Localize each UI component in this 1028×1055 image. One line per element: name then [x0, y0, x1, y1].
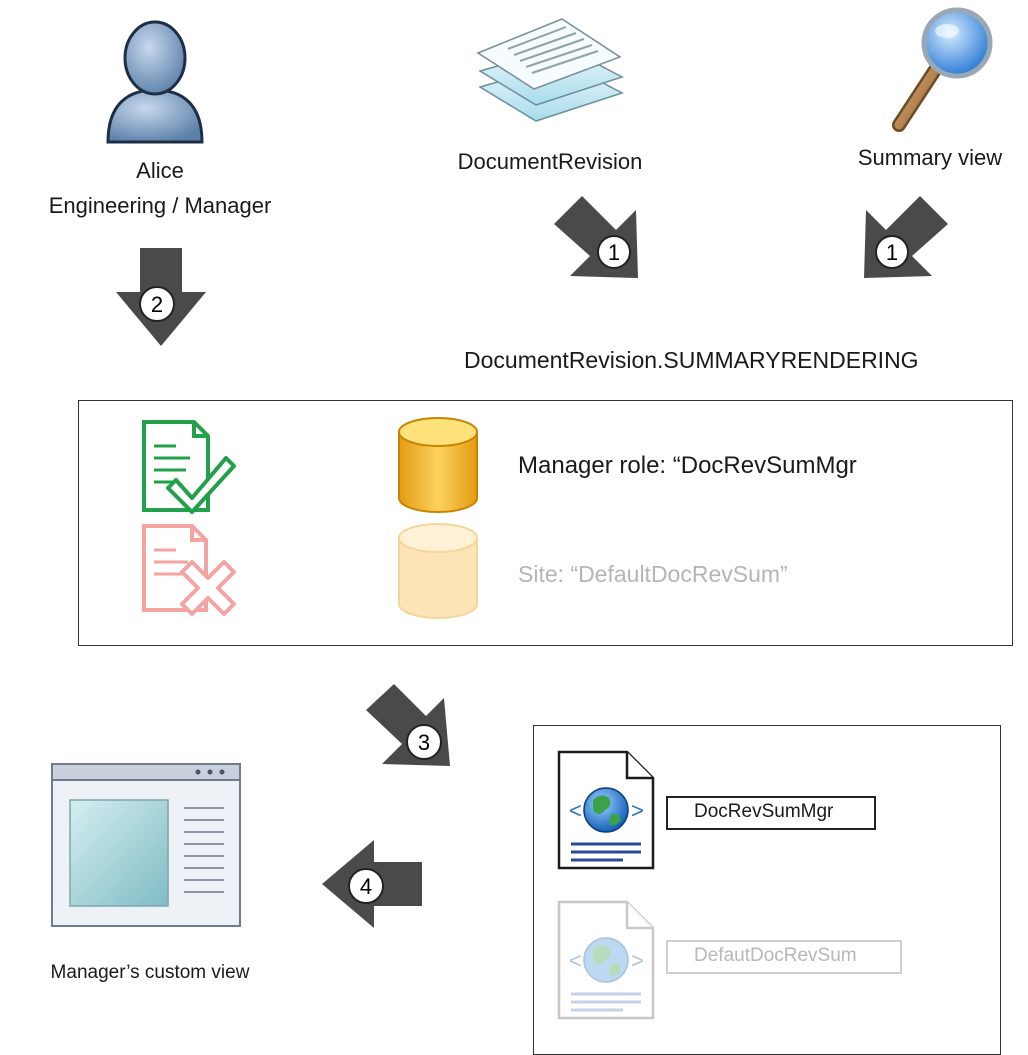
user-name: Alice [136, 158, 184, 183]
step-3-badge: 3 [418, 730, 430, 755]
view-type-label: Summary view [857, 145, 1003, 170]
database-icon-inactive [398, 523, 478, 619]
step-1-arrow-document: 1 [554, 196, 638, 278]
manager-role-entry: Manager role: “DocRevSumMgr [518, 452, 857, 479]
svg-text:>: > [631, 798, 644, 823]
document-check-icon [142, 420, 236, 514]
step-2-badge: 2 [151, 292, 163, 317]
result-view-label: Manager’s custom view [50, 962, 250, 983]
user-role: Engineering / Manager [48, 193, 272, 218]
rendering-key: DocumentRevision.SUMMARYRENDERING [464, 347, 919, 373]
user-icon [106, 20, 204, 144]
document-x-icon [142, 524, 236, 616]
step-4-badge: 4 [360, 874, 372, 899]
site-entry: Site: “DefaultDocRevSum” [518, 561, 788, 587]
step-1-badge: 1 [608, 240, 620, 265]
step-4-arrow: 4 [322, 840, 422, 928]
document-type-label: DocumentRevision [457, 149, 643, 174]
database-icon [398, 417, 478, 513]
svg-text:<: < [569, 798, 582, 823]
magnifier-icon [892, 7, 993, 132]
web-document-icon: < > [557, 750, 655, 870]
step-3-arrow: 3 [366, 684, 450, 766]
svg-text:>: > [631, 948, 644, 973]
step-1-arrow-view: 1 [864, 196, 948, 278]
default-template-tag: DefautDocRevSum [666, 940, 902, 974]
step-2-arrow: 2 [116, 248, 206, 346]
step-1-badge-2: 1 [886, 240, 898, 265]
web-document-icon-inactive: < > [557, 900, 655, 1020]
svg-text:<: < [569, 948, 582, 973]
browser-window-icon [51, 763, 241, 927]
document-stack-icon [476, 18, 624, 122]
manager-template-tag: DocRevSumMgr [666, 796, 876, 830]
